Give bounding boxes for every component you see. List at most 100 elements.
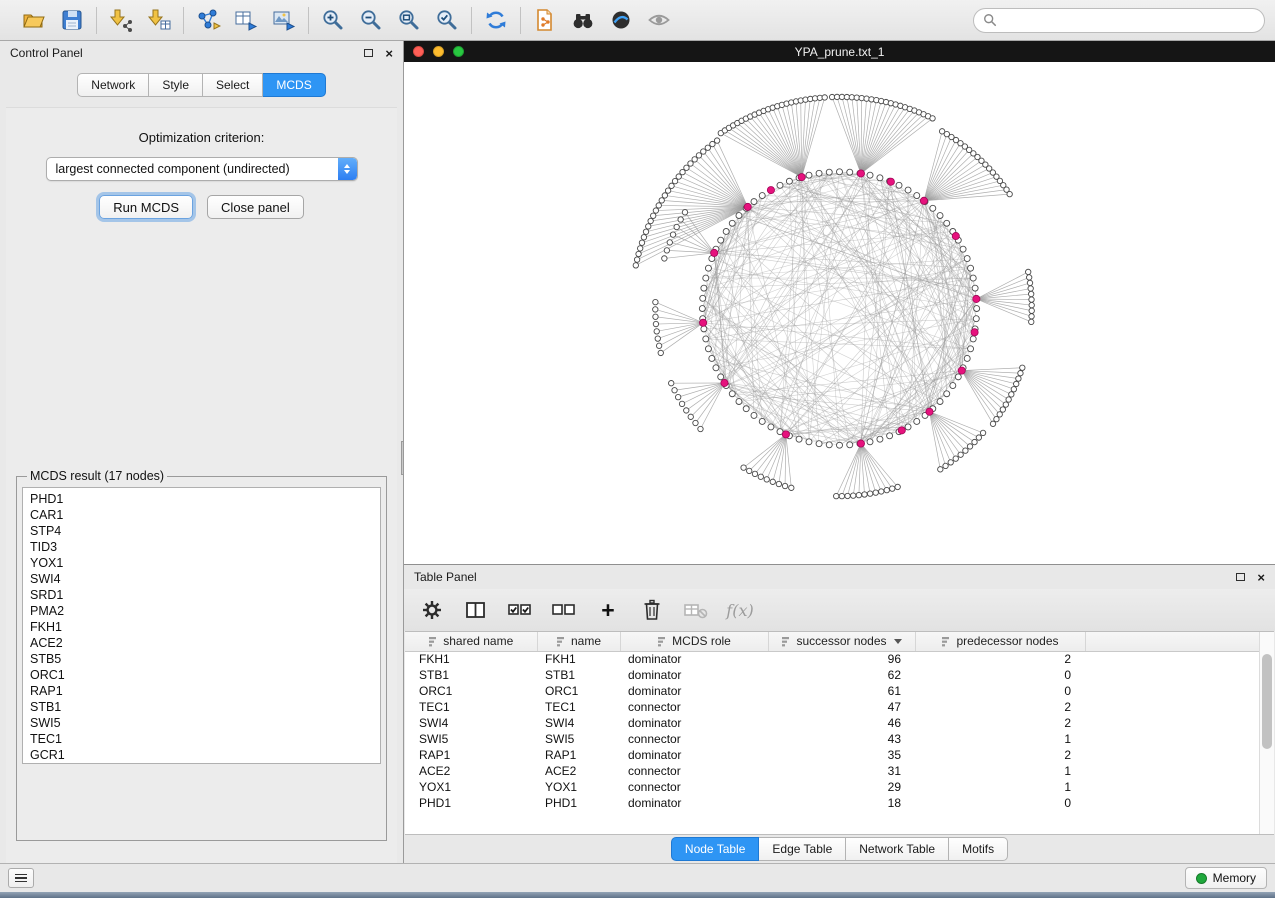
network-canvas[interactable] [404, 62, 1275, 564]
memory-label: Memory [1213, 871, 1256, 885]
show-columns-button[interactable] [462, 596, 490, 624]
tab-style[interactable]: Style [149, 73, 203, 97]
result-node[interactable]: ORC1 [30, 667, 380, 683]
table-row[interactable]: FKH1FKH1dominator962 [405, 651, 1261, 667]
result-node[interactable]: SWI5 [30, 715, 380, 731]
result-node[interactable]: GCR1 [30, 747, 380, 763]
table-row[interactable]: STB1STB1dominator620 [405, 667, 1261, 683]
zoom-selected-button[interactable] [432, 5, 462, 35]
import-table-button[interactable] [144, 5, 174, 35]
tab-node-table[interactable]: Node Table [671, 837, 760, 861]
network-window-titlebar[interactable]: YPA_prune.txt_1 [404, 41, 1275, 62]
close-panel-button[interactable]: Close panel [207, 195, 304, 219]
function-builder-button[interactable]: f(x) [726, 596, 754, 624]
zoom-out-button[interactable] [356, 5, 386, 35]
result-node[interactable]: SRD1 [30, 587, 380, 603]
close-table-panel-icon[interactable]: × [1257, 571, 1265, 584]
table-row[interactable]: TEC1TEC1connector472 [405, 699, 1261, 715]
result-node[interactable]: STB1 [30, 699, 380, 715]
desktop-background [0, 892, 1275, 898]
style-icon [608, 7, 634, 33]
zoom-fit-button[interactable] [394, 5, 424, 35]
result-node[interactable]: ACE2 [30, 635, 380, 651]
deselect-all-columns-button[interactable] [550, 596, 578, 624]
column-header-name[interactable]: name [537, 632, 620, 651]
tab-motifs[interactable]: Motifs [949, 837, 1008, 861]
style-button[interactable] [606, 5, 636, 35]
memory-button[interactable]: Memory [1185, 867, 1267, 889]
table-row[interactable]: SWI4SWI4dominator462 [405, 715, 1261, 731]
sort-icon [941, 636, 951, 647]
tab-mcds[interactable]: MCDS [263, 73, 325, 97]
maximize-window-icon[interactable] [453, 46, 464, 57]
result-node[interactable]: RAP1 [30, 683, 380, 699]
table-row[interactable]: YOX1YOX1connector291 [405, 779, 1261, 795]
zoom-in-icon [320, 7, 346, 33]
table-settings-button[interactable] [418, 596, 446, 624]
fx-icon: f(x) [726, 601, 753, 620]
table-row[interactable]: ACE2ACE2connector311 [405, 763, 1261, 779]
search-network-button[interactable] [568, 5, 598, 35]
tab-network-table[interactable]: Network Table [846, 837, 949, 861]
table-scrollbar-thumb[interactable] [1262, 654, 1272, 749]
share-document-button[interactable] [530, 5, 560, 35]
table-panel-tabs: Node TableEdge TableNetwork TableMotifs [404, 835, 1275, 863]
tab-network[interactable]: Network [77, 73, 149, 97]
add-column-button[interactable]: + [594, 596, 622, 624]
result-node[interactable]: YOX1 [30, 555, 380, 571]
main-toolbar [0, 0, 1275, 41]
run-mcds-button[interactable]: Run MCDS [99, 195, 193, 219]
toolbar-search[interactable] [973, 8, 1265, 33]
zoom-in-button[interactable] [318, 5, 348, 35]
minimize-window-icon[interactable] [433, 46, 444, 57]
result-node[interactable]: PMA2 [30, 603, 380, 619]
result-node[interactable]: SWI4 [30, 571, 380, 587]
table-row[interactable]: PHD1PHD1dominator180 [405, 795, 1261, 811]
search-input[interactable] [1003, 13, 1255, 27]
save-button[interactable] [57, 5, 87, 35]
result-node[interactable]: STB5 [30, 651, 380, 667]
open-button[interactable] [19, 5, 49, 35]
table-row[interactable]: RAP1RAP1dominator352 [405, 747, 1261, 763]
float-panel-icon[interactable] [364, 49, 373, 57]
result-node[interactable]: PHD1 [30, 491, 380, 507]
save-icon [59, 7, 85, 33]
mcds-result-list[interactable]: PHD1CAR1STP4TID3YOX1SWI4SRD1PMA2FKH1ACE2… [22, 487, 381, 764]
mcds-result-title: MCDS result (17 nodes) [27, 469, 167, 483]
float-table-panel-icon[interactable] [1236, 573, 1245, 581]
table-panel-header: Table Panel × [404, 565, 1275, 589]
import-table-icon [146, 7, 172, 33]
column-header-MCDS-role[interactable]: MCDS role [620, 632, 768, 651]
close-panel-icon[interactable]: × [385, 47, 393, 60]
tab-edge-table[interactable]: Edge Table [759, 837, 846, 861]
open-folder-icon [21, 7, 47, 33]
status-menu-button[interactable] [8, 868, 34, 888]
delete-columns-button[interactable] [638, 596, 666, 624]
import-network-button[interactable] [106, 5, 136, 35]
show-graphics-details-button[interactable] [644, 5, 674, 35]
clear-values-button[interactable] [682, 596, 710, 624]
result-node[interactable]: STP4 [30, 523, 380, 539]
node-table-header-row: shared namenameMCDS rolesuccessor nodesp… [405, 632, 1261, 651]
export-table-button[interactable] [231, 5, 261, 35]
close-window-icon[interactable] [413, 46, 424, 57]
result-node[interactable]: CAR1 [30, 507, 380, 523]
result-node[interactable]: FKH1 [30, 619, 380, 635]
result-node[interactable]: TID3 [30, 539, 380, 555]
export-image-button[interactable] [269, 5, 299, 35]
select-all-columns-button[interactable] [506, 596, 534, 624]
column-header-predecessor-nodes[interactable]: predecessor nodes [915, 632, 1085, 651]
optimization-criterion-dropdown[interactable]: largest connected component (undirected) [46, 157, 358, 181]
refresh-button[interactable] [481, 5, 511, 35]
column-header-shared-name[interactable]: shared name [405, 632, 537, 651]
new-network-button[interactable] [193, 5, 223, 35]
result-node[interactable]: TEC1 [30, 731, 380, 747]
table-row[interactable]: ORC1ORC1dominator610 [405, 683, 1261, 699]
hamburger-icon [15, 874, 27, 876]
column-header-successor-nodes[interactable]: successor nodes [768, 632, 915, 651]
table-scrollbar[interactable] [1259, 632, 1274, 834]
tab-select[interactable]: Select [203, 73, 263, 97]
table-row[interactable]: SWI5SWI5connector431 [405, 731, 1261, 747]
zoom-out-icon [358, 7, 384, 33]
sort-icon [428, 636, 438, 647]
